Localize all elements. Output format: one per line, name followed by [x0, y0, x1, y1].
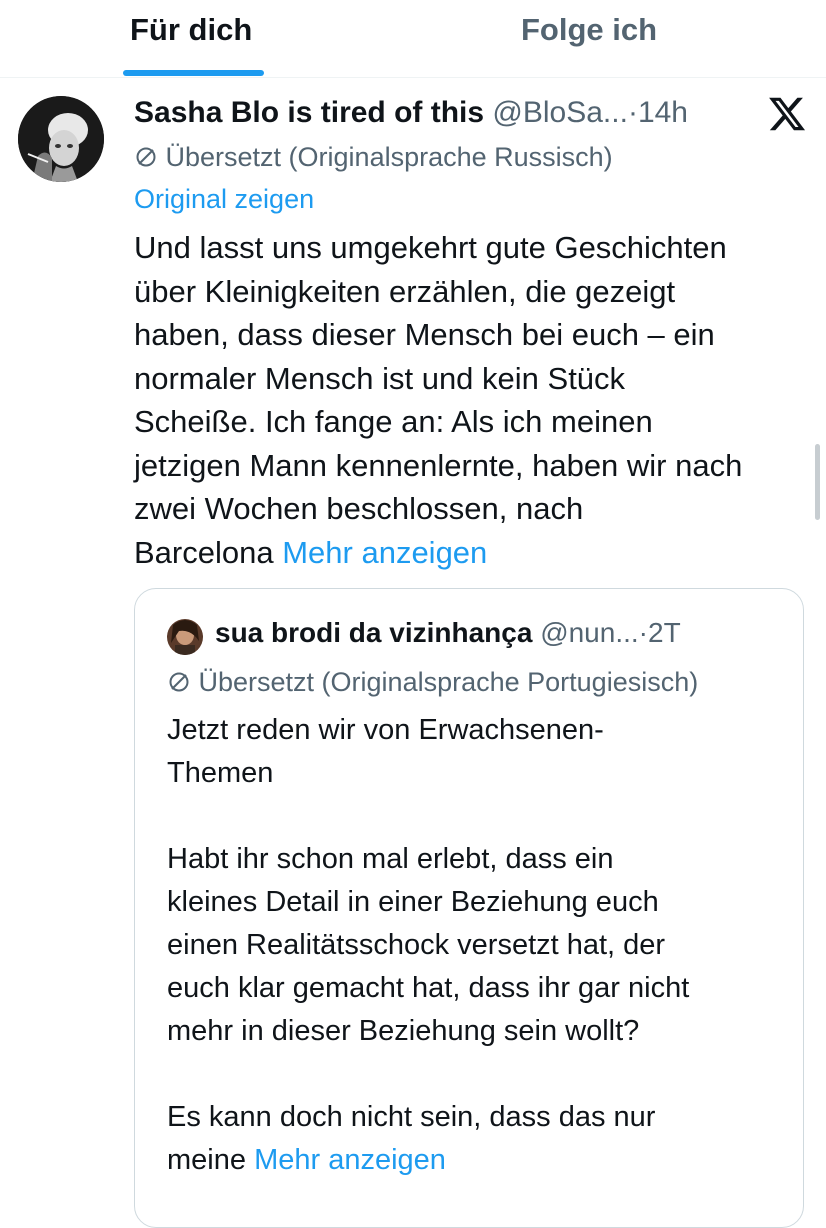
- tab-fuer-dich[interactable]: Für dich: [130, 12, 252, 52]
- tweet-line: über Kleinigkeiten erzählen, die gezeigt: [134, 273, 676, 309]
- timeline-tabs: Für dich Folge ich: [0, 0, 826, 76]
- tweet-line: Und lasst uns umgekehrt gute Geschichten: [134, 230, 727, 265]
- quote-line: [167, 795, 787, 838]
- translate-icon: [134, 142, 166, 172]
- x-logo-icon[interactable]: [766, 94, 808, 134]
- show-original-link[interactable]: Original zeigen: [134, 184, 314, 215]
- tweet-line-text: Barcelona: [134, 534, 274, 570]
- quote-text: Jetzt reden wir von Erwachsenen- Themen …: [167, 709, 787, 1182]
- show-more-link[interactable]: Mehr anzeigen: [282, 535, 487, 570]
- tweet-line: Scheiße. Ich fange an: Als ich meinen: [134, 404, 653, 439]
- avatar[interactable]: [18, 96, 104, 182]
- scrollbar[interactable]: [815, 444, 820, 520]
- translation-note: Übersetzt (Originalsprache Russisch): [134, 142, 613, 173]
- translate-icon: [167, 667, 199, 697]
- quote-line: Jetzt reden wir von Erwachsenen-: [167, 714, 604, 746]
- author-name[interactable]: Sasha Blo is tired of this: [134, 96, 484, 129]
- quote-last-line: meine Mehr anzeigen: [167, 1139, 787, 1182]
- quote-line: [167, 1053, 787, 1096]
- quote-line-text: meine: [167, 1144, 246, 1176]
- tweet-line: normaler Mensch ist und kein Stück: [134, 360, 626, 396]
- quote-meta-separator: ·: [638, 617, 648, 648]
- tweet-text: Und lasst uns umgekehrt gute Geschichten…: [134, 226, 806, 574]
- tweet-line: zwei Wochen beschlossen, nach: [134, 491, 584, 526]
- meta-separator: ·: [627, 96, 638, 129]
- tweet-line: jetzigen Mann kennenlernte, haben wir na…: [134, 447, 743, 483]
- quote-line: einen Realitätsschock versetzt hat, der: [167, 929, 666, 961]
- quote-line: Habt ihr schon mal erlebt, dass ein: [167, 843, 614, 875]
- active-tab-indicator: [123, 70, 264, 76]
- quote-avatar[interactable]: [167, 619, 203, 655]
- author-handle[interactable]: @BloSa...: [492, 96, 628, 129]
- quote-time[interactable]: 2T: [648, 617, 681, 648]
- tweet-last-line: Barcelona Mehr anzeigen: [134, 531, 806, 575]
- quote-line: Es kann doch nicht sein, dass das nur: [167, 1101, 656, 1133]
- quote-line: euch klar gemacht hat, dass ihr gar nich…: [167, 972, 690, 1004]
- quote-author-name[interactable]: sua brodi da vizinhança: [215, 617, 532, 648]
- quote-line: Themen: [167, 757, 274, 789]
- tweet-author-line: Sasha Blo is tired of this @BloSa...·14h: [134, 96, 688, 136]
- quote-line: mehr in dieser Beziehung sein wollt?: [167, 1015, 640, 1047]
- quote-translation-label: Übersetzt (Originalsprache Portugiesisch…: [198, 667, 699, 697]
- tweet-time[interactable]: 14h: [638, 96, 688, 129]
- quote-show-more-link[interactable]: Mehr anzeigen: [254, 1144, 446, 1176]
- quote-translation-note: Übersetzt (Originalsprache Portugiesisch…: [167, 667, 698, 698]
- quote-line: kleines Detail in einer Beziehung euch: [167, 886, 659, 918]
- quoted-tweet-card[interactable]: sua brodi da vizinhança @nun...·2T Übers…: [134, 588, 804, 1228]
- translation-label: Übersetzt (Originalsprache Russisch): [165, 142, 613, 172]
- quote-author-line: sua brodi da vizinhança @nun...·2T: [215, 617, 681, 649]
- tweet-line: haben, dass dieser Mensch bei euch – ein: [134, 317, 715, 352]
- quote-author-handle[interactable]: @nun...: [540, 617, 638, 648]
- tab-folge-ich[interactable]: Folge ich: [521, 12, 657, 52]
- divider: [0, 77, 826, 78]
